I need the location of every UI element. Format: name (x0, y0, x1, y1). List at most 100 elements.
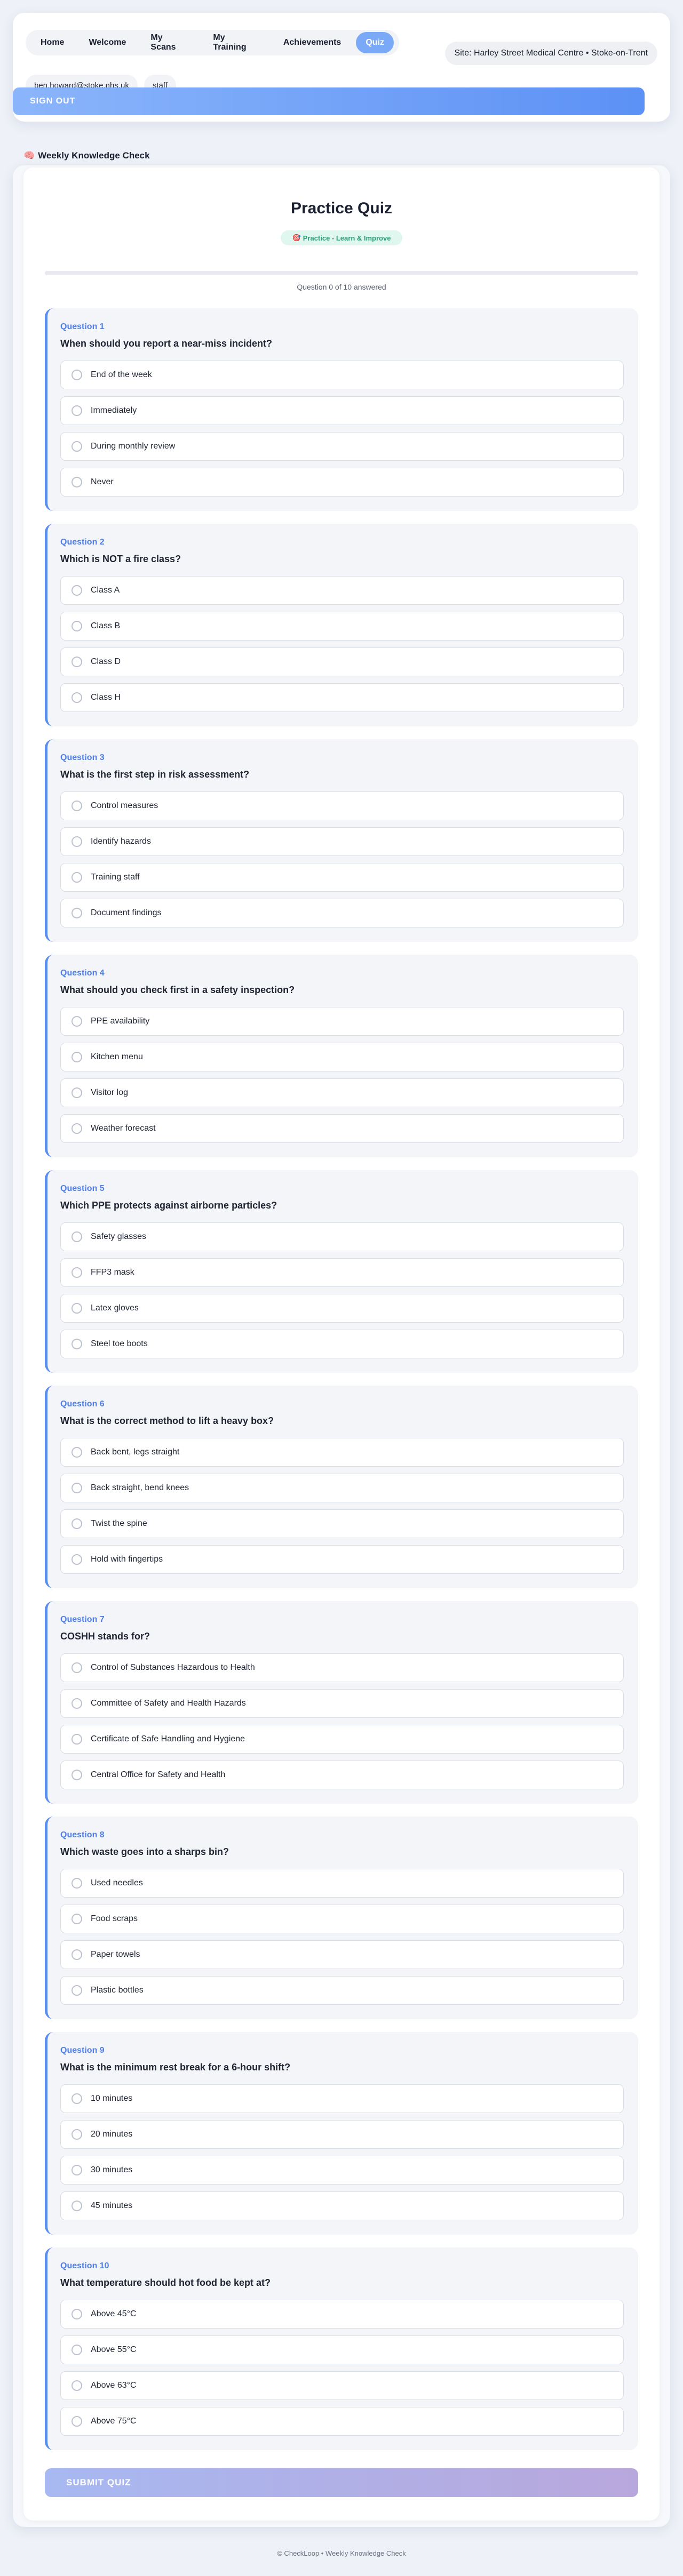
answer-option[interactable]: Above 45°C (60, 2300, 624, 2329)
question-card: Question 9 What is the minimum rest break… (45, 2032, 638, 2235)
radio-button[interactable] (72, 477, 82, 487)
answer-option[interactable]: 30 minutes (60, 2156, 624, 2185)
radio-button[interactable] (72, 2201, 82, 2211)
option-label: Control of Substances Hazardous to Healt… (91, 1663, 255, 1672)
radio-button[interactable] (72, 836, 82, 847)
radio-button[interactable] (72, 2309, 82, 2319)
radio-button[interactable] (72, 872, 82, 883)
radio-button[interactable] (72, 1123, 82, 1134)
radio-button[interactable] (72, 1770, 82, 1780)
radio-button[interactable] (72, 2165, 82, 2175)
radio-button[interactable] (72, 2093, 82, 2104)
answer-option[interactable]: Training staff (60, 863, 624, 892)
tab-welcome[interactable]: Welcome (79, 32, 136, 53)
answer-option[interactable]: PPE availability (60, 1007, 624, 1036)
radio-button[interactable] (72, 1985, 82, 1996)
submit-quiz-button[interactable]: SUBMIT QUIZ (45, 2468, 638, 2497)
answer-option[interactable]: Kitchen menu (60, 1043, 624, 1071)
target-icon: 🎯 (292, 234, 301, 242)
radio-button[interactable] (72, 1339, 82, 1349)
radio-button[interactable] (72, 801, 82, 811)
radio-button[interactable] (72, 370, 82, 380)
answer-option[interactable]: Hold with fingertips (60, 1545, 624, 1574)
radio-button[interactable] (72, 1052, 82, 1062)
answer-option[interactable]: Control of Substances Hazardous to Healt… (60, 1653, 624, 1682)
answer-option[interactable]: Immediately (60, 396, 624, 425)
answer-option[interactable]: Back bent, legs straight (60, 1438, 624, 1467)
radio-button[interactable] (72, 2380, 82, 2391)
radio-button[interactable] (72, 1662, 82, 1673)
answer-option[interactable]: Twist the spine (60, 1509, 624, 1538)
radio-button[interactable] (72, 692, 82, 703)
radio-button[interactable] (72, 2129, 82, 2140)
radio-button[interactable] (72, 657, 82, 667)
answer-option[interactable]: Class D (60, 647, 624, 676)
answer-option[interactable]: Control measures (60, 791, 624, 820)
answer-option[interactable]: Class B (60, 612, 624, 641)
option-label: Used needles (91, 1878, 143, 1887)
sign-out-button[interactable]: SIGN OUT (13, 87, 645, 115)
answer-option[interactable]: Document findings (60, 899, 624, 927)
radio-button[interactable] (72, 1016, 82, 1027)
answer-option[interactable]: Class A (60, 576, 624, 605)
radio-button[interactable] (72, 1303, 82, 1314)
answer-option[interactable]: Identify hazards (60, 827, 624, 856)
radio-button[interactable] (72, 1231, 82, 1242)
option-label: Safety glasses (91, 1232, 147, 1241)
radio-button[interactable] (72, 1267, 82, 1278)
option-label: Weather forecast (91, 1124, 156, 1133)
answer-option[interactable]: Latex gloves (60, 1294, 624, 1323)
tab-quiz[interactable]: Quiz (356, 32, 394, 53)
answer-option[interactable]: Back straight, bend knees (60, 1474, 624, 1502)
answer-option[interactable]: Weather forecast (60, 1114, 624, 1143)
question-text: Which is NOT a fire class? (60, 554, 181, 564)
radio-button[interactable] (72, 1734, 82, 1745)
radio-button[interactable] (72, 2345, 82, 2355)
option-label: Certificate of Safe Handling and Hygiene (91, 1734, 245, 1743)
section-title-text: Weekly Knowledge Check (38, 150, 150, 161)
radio-button[interactable] (72, 1447, 82, 1458)
radio-button[interactable] (72, 1518, 82, 1529)
radio-button[interactable] (72, 1949, 82, 1960)
radio-button[interactable] (72, 1914, 82, 1924)
tab-my-training[interactable]: My Training (203, 32, 268, 53)
answer-option[interactable]: 20 minutes (60, 2120, 624, 2149)
answer-option[interactable]: Committee of Safety and Health Hazards (60, 1689, 624, 1718)
answer-option[interactable]: Above 75°C (60, 2407, 624, 2436)
radio-button[interactable] (72, 621, 82, 631)
question-card: Question 1 When should you report a near-… (45, 308, 638, 511)
answer-option[interactable]: Never (60, 468, 624, 497)
answer-option[interactable]: During monthly review (60, 432, 624, 461)
radio-button[interactable] (72, 1483, 82, 1493)
radio-button[interactable] (72, 585, 82, 596)
answer-option[interactable]: 10 minutes (60, 2084, 624, 2113)
radio-button[interactable] (72, 2416, 82, 2427)
answer-option[interactable]: Central Office for Safety and Health (60, 1761, 624, 1789)
tab-home[interactable]: Home (31, 32, 74, 53)
answer-option[interactable]: Food scraps (60, 1905, 624, 1933)
radio-button[interactable] (72, 1878, 82, 1889)
tab-my-scans[interactable]: My Scans (141, 32, 198, 53)
question-number: Question 7 (60, 1615, 105, 1624)
answer-option[interactable]: Plastic bottles (60, 1976, 624, 2005)
radio-button[interactable] (72, 1698, 82, 1709)
answer-option[interactable]: Visitor log (60, 1078, 624, 1107)
answer-option[interactable]: Certificate of Safe Handling and Hygiene (60, 1725, 624, 1754)
answer-option[interactable]: Safety glasses (60, 1222, 624, 1251)
answer-option[interactable]: 45 minutes (60, 2191, 624, 2220)
radio-button[interactable] (72, 441, 82, 452)
radio-button[interactable] (72, 1554, 82, 1565)
answer-option[interactable]: Above 63°C (60, 2371, 624, 2400)
answer-option[interactable]: Class H (60, 683, 624, 712)
answer-option[interactable]: Paper towels (60, 1940, 624, 1969)
option-label: Visitor log (91, 1088, 128, 1097)
answer-option[interactable]: End of the week (60, 361, 624, 389)
radio-button[interactable] (72, 908, 82, 918)
answer-option[interactable]: FFP3 mask (60, 1258, 624, 1287)
radio-button[interactable] (72, 1087, 82, 1098)
tab-achievements[interactable]: Achievements (274, 32, 351, 53)
answer-option[interactable]: Used needles (60, 1869, 624, 1898)
radio-button[interactable] (72, 405, 82, 416)
answer-option[interactable]: Above 55°C (60, 2335, 624, 2364)
answer-option[interactable]: Steel toe boots (60, 1330, 624, 1358)
